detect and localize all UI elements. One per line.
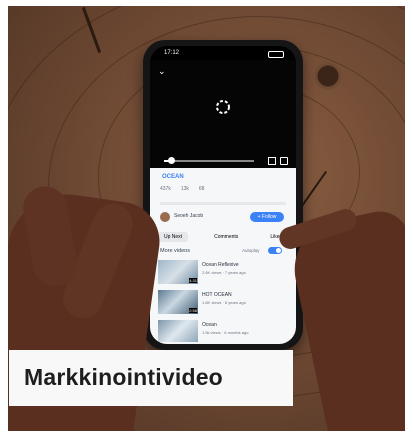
video-item-title: HOT OCEAN: [202, 292, 232, 298]
channel-name[interactable]: Seoeh Jacob: [174, 213, 203, 219]
autoplay-label: Autoplay: [242, 248, 260, 253]
video-item-meta: 1.5k views · 6 months ago: [202, 330, 249, 335]
list-item[interactable]: 4:31 Ocean Reflexive 2.6K views · 7 year…: [158, 260, 290, 286]
video-thumbnail: 2:56: [158, 290, 198, 314]
smartphone: 17:12 ⌄ OCEAN 437k 13k 68 Seoeh Jacob + …: [143, 40, 303, 350]
progress-handle[interactable]: [168, 157, 175, 164]
video-duration: 2:56: [189, 308, 197, 313]
toggle-knob: [276, 248, 281, 253]
tab-comments[interactable]: Comments: [208, 232, 244, 242]
status-time: 17:12: [164, 50, 180, 56]
autoplay-toggle[interactable]: [268, 247, 282, 254]
comments-count: 68: [198, 186, 205, 192]
video-title: OCEAN: [162, 174, 184, 180]
tab-bar: Up Next Comments Likes: [158, 232, 288, 242]
chevron-down-icon[interactable]: ⌄: [158, 66, 166, 77]
loading-spinner-icon: [216, 100, 230, 114]
caption-box: Markkinointivideo: [9, 350, 293, 406]
video-item-meta: 2.6K views · 7 years ago: [202, 270, 246, 275]
video-stats: 437k 13k 68: [160, 186, 204, 192]
caption-text: Markkinointivideo: [24, 364, 223, 390]
video-duration: 4:31: [189, 278, 197, 283]
video-player[interactable]: ⌄: [150, 60, 296, 168]
video-item-title: Ocean: [202, 322, 217, 328]
section-title: More videos: [160, 248, 190, 254]
phone-screen: 17:12 ⌄ OCEAN 437k 13k 68 Seoeh Jacob + …: [150, 46, 296, 344]
follow-button[interactable]: + Follow: [250, 212, 284, 222]
tab-up-next[interactable]: Up Next: [158, 232, 189, 242]
views-count: 437k: [160, 186, 171, 192]
video-thumbnail: [158, 320, 198, 342]
fullscreen-icon[interactable]: [268, 157, 276, 165]
likes-count: 13k: [180, 186, 189, 192]
video-item-meta: 1.6K views · 6 years ago: [202, 300, 246, 305]
list-item[interactable]: 2:56 HOT OCEAN 1.6K views · 6 years ago: [158, 290, 290, 316]
avatar[interactable]: [160, 212, 170, 222]
video-details-panel: OCEAN 437k 13k 68 Seoeh Jacob + Follow U…: [150, 168, 296, 344]
video-thumbnail: 4:31: [158, 260, 198, 284]
settings-icon[interactable]: [280, 157, 288, 165]
status-bar: 17:12: [150, 46, 296, 60]
video-item-title: Ocean Reflexive: [202, 262, 239, 268]
divider: [160, 202, 286, 205]
progress-track[interactable]: [164, 157, 254, 164]
battery-icon: [268, 51, 284, 58]
list-item[interactable]: Ocean 1.5k views · 6 months ago: [158, 320, 290, 344]
